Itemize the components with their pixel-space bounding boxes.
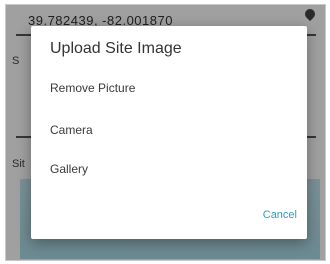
remove-picture-option[interactable]: Remove Picture (50, 81, 135, 95)
dialog-title: Upload Site Image (50, 40, 182, 57)
upload-site-image-dialog: Upload Site Image Remove Picture Camera … (31, 26, 307, 239)
gallery-option[interactable]: Gallery (50, 162, 88, 176)
screen-frame: 39.782439, -82.001870 S Sit Upload Site … (5, 4, 326, 261)
cancel-button[interactable]: Cancel (263, 209, 297, 221)
camera-option[interactable]: Camera (50, 123, 93, 137)
